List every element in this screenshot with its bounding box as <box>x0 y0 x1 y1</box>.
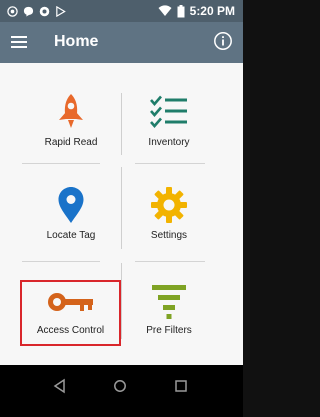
home-circle-icon[interactable] <box>111 377 129 395</box>
tile-label: Rapid Read <box>44 137 98 148</box>
tile-locate-tag[interactable]: Locate Tag <box>21 183 121 263</box>
tile-label: Access Control <box>36 325 105 336</box>
location-pin-icon <box>58 187 84 223</box>
recents-square-icon[interactable] <box>172 377 190 395</box>
tile-pre-filters[interactable]: Pre Filters <box>119 280 219 360</box>
tile-label: Inventory <box>148 137 190 148</box>
tile-label: Settings <box>150 230 188 241</box>
gear-icon <box>151 187 187 223</box>
wifi-icon <box>158 5 172 16</box>
play-store-icon <box>56 5 66 17</box>
tile-rapid-read[interactable]: Rapid Read <box>21 87 121 167</box>
chat-icon <box>23 6 34 17</box>
back-triangle-icon[interactable] <box>51 377 69 395</box>
home-grid: Rapid Read Inventory Locate Tag Settings… <box>0 63 243 365</box>
rocket-icon <box>59 94 83 128</box>
status-time: 5:20 PM <box>189 4 235 18</box>
status-right: 5:20 PM <box>158 3 235 19</box>
battery-icon <box>177 4 185 17</box>
page-title: Home <box>54 33 99 50</box>
camera-target-icon <box>7 5 18 17</box>
tile-inventory[interactable]: Inventory <box>119 87 219 167</box>
tile-settings[interactable]: Settings <box>119 183 219 263</box>
hamburger-menu-icon[interactable] <box>10 33 28 51</box>
key-icon <box>47 293 93 311</box>
status-left-icons <box>7 4 66 18</box>
filter-funnel-icon <box>152 285 186 319</box>
info-icon[interactable] <box>213 31 233 51</box>
app-bar: Home <box>0 22 243 63</box>
navigation-bar <box>0 365 243 417</box>
notification-dot-icon <box>39 6 50 16</box>
tile-label: Locate Tag <box>46 230 96 241</box>
tile-access-control[interactable]: Access Control <box>20 280 121 346</box>
tile-label: Pre Filters <box>146 325 192 336</box>
checklist-icon <box>150 95 187 128</box>
status-bar: 5:20 PM <box>0 0 243 22</box>
